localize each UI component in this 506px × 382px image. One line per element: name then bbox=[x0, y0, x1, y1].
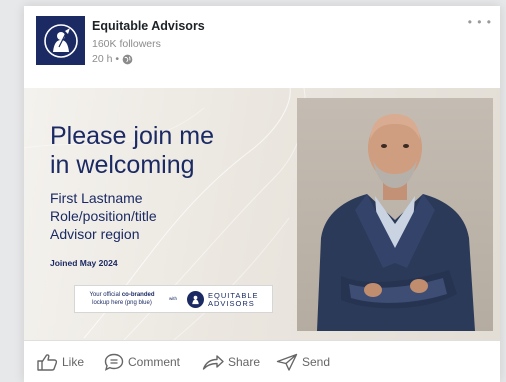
post-actions-bar: Like Comment Share Send bbox=[24, 341, 500, 382]
like-label: Like bbox=[62, 354, 85, 369]
company-name[interactable]: Equitable Advisors bbox=[92, 19, 205, 33]
post-time-text: 20 h • bbox=[92, 53, 120, 65]
comment-label: Comment bbox=[128, 354, 181, 369]
send-button[interactable]: Send bbox=[276, 347, 330, 377]
share-button[interactable]: Share bbox=[202, 347, 260, 377]
advisor-photo bbox=[297, 98, 493, 331]
cobrand-text-prefix: Your official bbox=[89, 292, 122, 298]
like-icon bbox=[37, 353, 58, 371]
company-logo[interactable] bbox=[36, 16, 85, 65]
advisor-name: First Lastname bbox=[50, 190, 143, 206]
like-button[interactable]: Like bbox=[36, 347, 84, 377]
linkedin-post-card: Equitable Advisors 160K followers 20 h •… bbox=[24, 6, 500, 382]
headline-line-2: in welcoming bbox=[50, 151, 195, 179]
post-header: Equitable Advisors 160K followers 20 h •… bbox=[24, 6, 500, 88]
headline-line-1: Please join me bbox=[50, 122, 214, 150]
company-logo-icon bbox=[43, 23, 78, 58]
cobrand-brand-name: EQUITABLE ADVISORS bbox=[208, 292, 259, 308]
send-label: Send bbox=[302, 354, 331, 369]
cobrand-lockup: Your official co-branded lockup here (pn… bbox=[74, 285, 273, 313]
comment-button[interactable]: Comment bbox=[104, 347, 180, 377]
cobrand-text-bold: co-branded bbox=[121, 292, 155, 298]
cobrand-text-line2: lockup here (png blue) bbox=[92, 300, 152, 306]
send-icon bbox=[276, 353, 298, 371]
joined-date: Joined May 2024 bbox=[50, 258, 118, 268]
advisor-role: Role/position/title bbox=[50, 208, 157, 224]
advisor-portrait bbox=[317, 114, 475, 331]
globe-icon bbox=[122, 54, 133, 65]
share-label: Share bbox=[228, 354, 261, 369]
follower-count: 160K followers bbox=[92, 38, 161, 50]
cobrand-placeholder-text: Your official co-branded lockup here (pn… bbox=[81, 291, 163, 307]
more-options-icon[interactable]: • • • bbox=[468, 15, 492, 29]
post-time: 20 h • bbox=[92, 53, 133, 65]
share-icon bbox=[202, 354, 224, 370]
banner-headline: Please join me in welcoming bbox=[50, 122, 214, 180]
cobrand-logo-icon bbox=[187, 291, 204, 308]
cobrand-with-text: with bbox=[169, 296, 178, 301]
cobrand-brand-line-2: ADVISORS bbox=[208, 299, 255, 308]
comment-icon bbox=[104, 353, 124, 371]
welcome-banner[interactable]: Please join me in welcoming First Lastna… bbox=[24, 88, 500, 340]
advisor-region: Advisor region bbox=[50, 226, 140, 242]
